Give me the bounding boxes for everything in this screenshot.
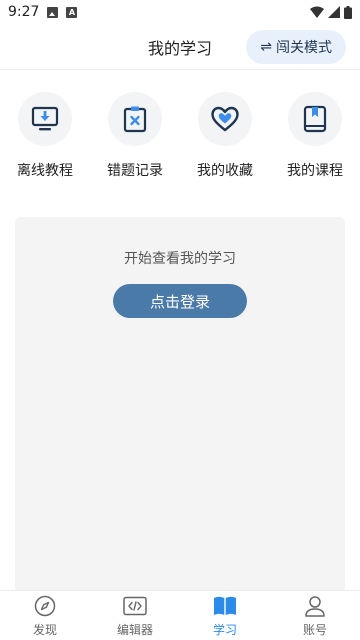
my-courses-circle [288, 92, 342, 146]
signal-icon [328, 6, 340, 18]
quick-action-label: 我的收藏 [197, 163, 253, 179]
nav-item-study[interactable]: 学习 [180, 591, 270, 640]
page-title: 我的学习 [147, 38, 212, 58]
compass-icon [33, 594, 57, 618]
nav-item-account[interactable]: 账号 [270, 591, 360, 640]
photo-icon [47, 6, 59, 18]
status-left: 9:27 A [8, 4, 78, 20]
challenge-mode-button[interactable]: ⇌ 闯关模式 [246, 30, 346, 64]
nav-item-discover[interactable]: 发现 [0, 591, 90, 640]
my-favorites-circle [198, 92, 252, 146]
challenge-mode-label: 闯关模式 [276, 40, 332, 56]
status-time: 9:27 [8, 4, 40, 20]
bottom-nav: 发现 编辑器 学习 账号 [0, 590, 360, 640]
book-open-icon [213, 594, 237, 618]
code-icon [123, 594, 147, 618]
screen: 9:27 A 我的学习 ⇌ 闯关模式 离线教程 错题记录 我的收藏 我的课程 开… [0, 0, 360, 640]
user-icon [303, 594, 327, 618]
download-screen-icon [31, 106, 59, 131]
nav-label: 发现 [32, 622, 57, 637]
clipboard-x-icon [123, 106, 147, 133]
my-courses-button[interactable]: 我的课程 [270, 92, 360, 180]
offline-tutorials-circle [18, 92, 72, 146]
text-app-icon: A [66, 6, 78, 18]
wrong-answers-button[interactable]: 错题记录 [90, 92, 180, 180]
quick-action-label: 离线教程 [17, 163, 73, 179]
login-card: 开始查看我的学习 点击登录 [15, 217, 345, 597]
nav-item-editor[interactable]: 编辑器 [90, 591, 180, 640]
quick-action-label: 错题记录 [107, 163, 163, 179]
login-hint: 开始查看我的学习 [124, 251, 236, 267]
battery-icon [344, 5, 352, 19]
header: 我的学习 ⇌ 闯关模式 [0, 24, 360, 70]
nav-label: 学习 [212, 622, 237, 637]
nav-label: 编辑器 [116, 622, 153, 637]
swap-icon: ⇌ [260, 39, 272, 55]
status-bar: 9:27 A [0, 0, 360, 24]
quick-actions: 离线教程 错题记录 我的收藏 我的课程 [0, 92, 360, 180]
my-favorites-button[interactable]: 我的收藏 [180, 92, 270, 180]
heart-icon [211, 106, 239, 132]
status-right [310, 5, 352, 19]
book-icon [303, 105, 327, 133]
wifi-icon [310, 6, 324, 18]
quick-action-label: 我的课程 [287, 163, 343, 179]
offline-tutorials-button[interactable]: 离线教程 [0, 92, 90, 180]
wrong-answers-circle [108, 92, 162, 146]
login-button[interactable]: 点击登录 [113, 284, 247, 318]
nav-label: 账号 [302, 622, 327, 637]
